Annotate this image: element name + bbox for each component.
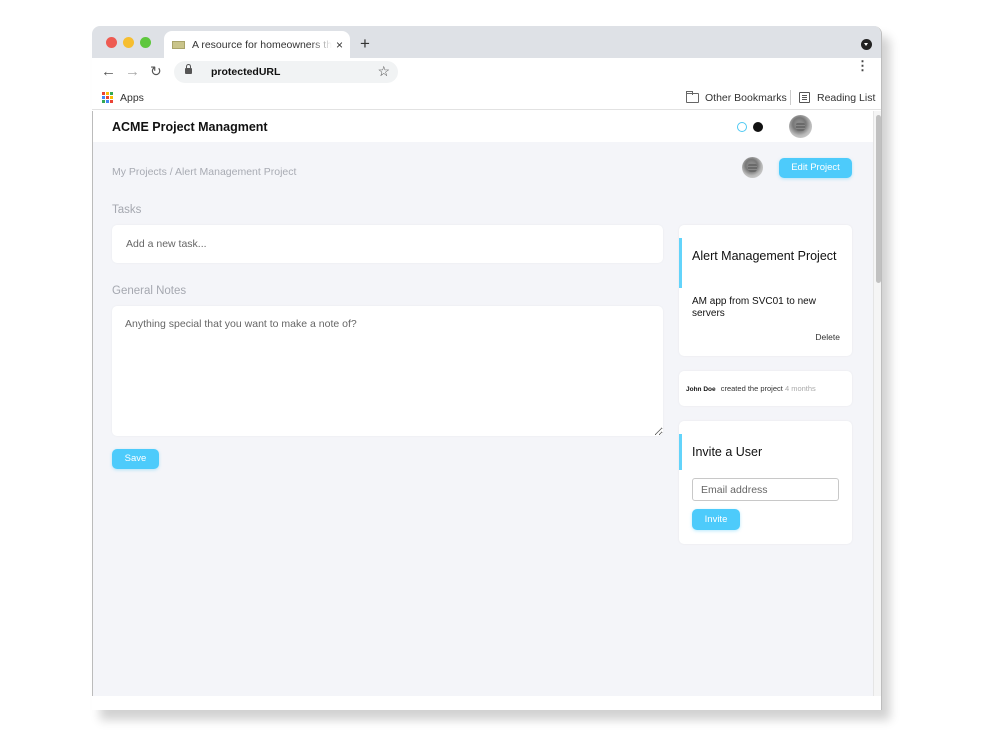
minimize-window-button[interactable]: [123, 37, 134, 48]
activity-user[interactable]: John Doe: [686, 386, 716, 393]
invite-card: Invite a User Invite: [679, 421, 852, 544]
project-title: Alert Management Project: [692, 249, 837, 263]
theme-dark-toggle[interactable]: [753, 122, 763, 132]
window-bottom-edge: [92, 696, 881, 710]
card-accent-bar: [679, 238, 682, 288]
app-header: ACME Project Managment: [93, 111, 873, 142]
general-notes-textarea[interactable]: [112, 306, 663, 436]
apps-grid-dot: [106, 100, 109, 103]
address-bar[interactable]: protectedURL ☆: [174, 61, 398, 83]
page-scrollbar[interactable]: [873, 111, 881, 696]
apps-grid-dot: [102, 92, 105, 95]
activity-action: created the project: [720, 384, 783, 393]
tab-search-icon[interactable]: [861, 39, 872, 50]
save-button[interactable]: Save: [112, 449, 159, 469]
activity-time: 4 months: [784, 384, 816, 393]
favicon-icon: [172, 40, 185, 49]
close-window-button[interactable]: [106, 37, 117, 48]
forward-icon[interactable]: →: [125, 63, 140, 80]
back-icon[interactable]: ←: [101, 63, 116, 80]
tab-bar: A resource for homeowners that helps × +: [92, 26, 881, 58]
browser-toolbar: ← → ↻ protectedURL ☆ ⋮: [92, 58, 881, 86]
page-content: ACME Project Managment My Projects / Ale…: [92, 111, 873, 696]
apps-grid-dot: [110, 92, 113, 95]
scrollbar-thumb[interactable]: [876, 115, 881, 283]
reload-icon[interactable]: ↻: [150, 63, 162, 80]
browser-window: A resource for homeowners that helps × +…: [92, 26, 882, 710]
invite-title: Invite a User: [692, 445, 763, 459]
activity-card: John Doe created the project 4 months: [679, 371, 852, 406]
project-card: Alert Management Project AM app from SVC…: [679, 225, 852, 356]
apps-grid-dot: [102, 96, 105, 99]
maximize-window-button[interactable]: [140, 37, 151, 48]
invite-button[interactable]: Invite: [692, 509, 740, 530]
bookmarks-divider: [790, 90, 791, 105]
apps-grid-icon[interactable]: [102, 92, 113, 103]
browser-tab[interactable]: A resource for homeowners that helps ×: [164, 31, 350, 58]
breadcrumb[interactable]: My Projects / Alert Management Project: [112, 166, 296, 178]
delete-project-link[interactable]: Delete: [815, 332, 840, 342]
app-title: ACME Project Managment: [112, 120, 268, 134]
tasks-label: Tasks: [112, 204, 142, 216]
bookmark-star-icon[interactable]: ☆: [377, 63, 390, 80]
tab-title: A resource for homeowners that helps: [192, 38, 332, 51]
new-task-input[interactable]: [112, 225, 663, 263]
folder-icon: [686, 91, 699, 103]
tab-close-icon[interactable]: ×: [336, 38, 343, 52]
card-accent-bar: [679, 434, 682, 470]
apps-grid-dot: [102, 100, 105, 103]
apps-grid-dot: [106, 92, 109, 95]
new-tab-icon[interactable]: +: [360, 34, 370, 54]
edit-project-button[interactable]: Edit Project: [779, 158, 852, 178]
apps-grid-dot: [110, 100, 113, 103]
email-address-input[interactable]: [692, 478, 839, 501]
theme-light-toggle[interactable]: [737, 122, 747, 132]
project-description: AM app from SVC01 to new servers: [692, 296, 816, 319]
activity-entry: John Doe created the project 4 months: [686, 384, 816, 393]
apps-grid-dot: [110, 96, 113, 99]
reading-list-icon: [799, 92, 810, 103]
user-avatar[interactable]: [789, 115, 812, 138]
lock-icon: [185, 64, 192, 74]
general-notes-label: General Notes: [112, 285, 187, 297]
reading-list[interactable]: Reading List: [817, 92, 875, 104]
apps-bookmark[interactable]: Apps: [120, 92, 144, 104]
project-member-avatar[interactable]: [742, 157, 763, 178]
bookmarks-bar: Apps Other Bookmarks Reading List: [92, 86, 881, 110]
other-bookmarks[interactable]: Other Bookmarks: [705, 92, 787, 104]
apps-grid-dot: [106, 96, 109, 99]
url-text[interactable]: protectedURL: [211, 66, 280, 78]
browser-menu-icon[interactable]: ⋮: [856, 59, 869, 72]
